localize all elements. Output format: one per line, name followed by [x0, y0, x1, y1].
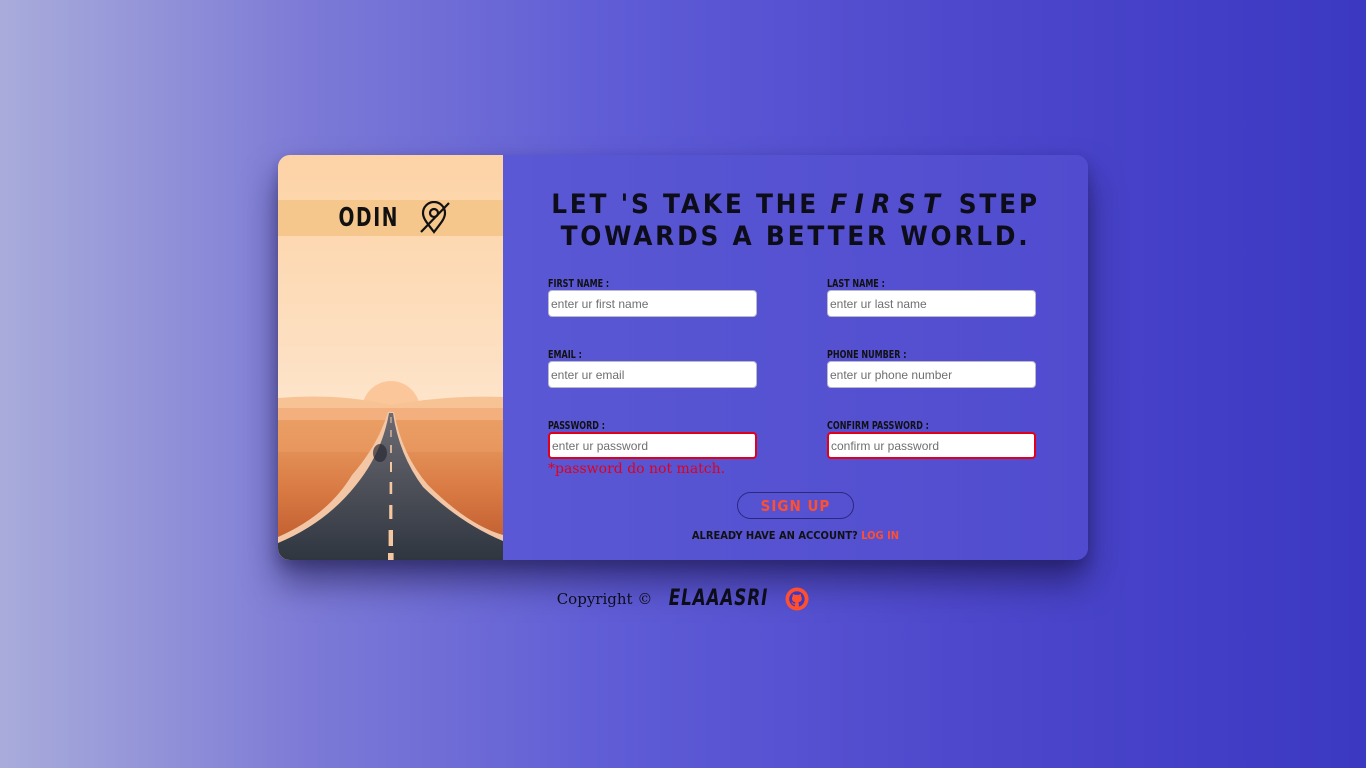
password-mismatch-error: *password do not match.	[548, 461, 726, 477]
copyright-text: Copyright ©	[556, 589, 653, 608]
log-in-link[interactable]: Log in	[861, 529, 899, 542]
confirm-password-input[interactable]	[827, 432, 1036, 459]
map-pin-off-icon	[420, 201, 451, 234]
phone-field-group: Phone number :	[827, 349, 1037, 388]
password-field-group: Password :	[548, 420, 758, 459]
author-name: ELAAASRI	[669, 586, 769, 611]
confirm-password-field-group: Confirm password :	[827, 420, 1037, 459]
footer: Copyright © ELAAASRI	[0, 586, 1366, 611]
logo-text: ODIN	[338, 203, 399, 233]
sign-up-button[interactable]: Sign up	[737, 492, 854, 519]
headline-emphasis: FIRST	[830, 189, 948, 220]
phone-input[interactable]	[827, 361, 1036, 388]
last-name-label: Last name :	[827, 278, 885, 290]
password-input[interactable]	[548, 432, 757, 459]
github-icon[interactable]	[785, 587, 809, 611]
confirm-password-label: Confirm password :	[827, 420, 929, 432]
email-input[interactable]	[548, 361, 757, 388]
password-label: Password :	[548, 420, 605, 432]
signup-card: ODIN LET 'S TAKE THE FIRST STEP TOWARDS …	[278, 155, 1088, 560]
email-field-group: Email :	[548, 349, 758, 388]
signup-form-panel: LET 'S TAKE THE FIRST STEP TOWARDS A BET…	[503, 155, 1088, 560]
logo-band: ODIN	[278, 200, 503, 236]
headline-text-before: LET 'S TAKE THE	[551, 189, 831, 220]
hero-illustration-panel: ODIN	[278, 155, 503, 560]
last-name-field-group: Last name :	[827, 278, 1037, 317]
last-name-input[interactable]	[827, 290, 1036, 317]
email-label: Email :	[548, 349, 582, 361]
first-name-field-group: First name :	[548, 278, 758, 317]
login-prompt: Already have an account? Log in	[503, 529, 1088, 542]
login-prompt-text: Already have an account?	[691, 529, 858, 542]
page-title: LET 'S TAKE THE FIRST STEP TOWARDS A BET…	[526, 189, 1064, 253]
first-name-label: First name :	[548, 278, 610, 290]
phone-label: Phone number :	[827, 349, 907, 361]
first-name-input[interactable]	[548, 290, 757, 317]
